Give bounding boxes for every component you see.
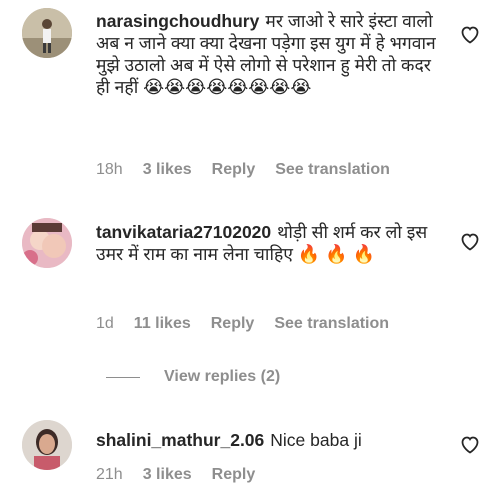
see-translation-button[interactable]: See translation <box>275 161 390 181</box>
user-photo-avatar-icon <box>22 8 72 58</box>
comment-text: Nice baba ji <box>270 430 362 450</box>
heart-outline-icon[interactable] <box>458 22 482 46</box>
avatar[interactable] <box>22 218 72 268</box>
heart-outline-icon[interactable] <box>458 229 482 253</box>
reply-button[interactable]: Reply <box>211 315 255 335</box>
comment-meta: 21h 3 likes Reply <box>96 466 275 486</box>
likes-count[interactable]: 3 likes <box>143 161 192 181</box>
user-photo-avatar-icon <box>22 420 72 470</box>
likes-count[interactable]: 11 likes <box>134 315 191 335</box>
likes-count[interactable]: 3 likes <box>143 466 192 486</box>
comment-meta: 1d 11 likes Reply See translation <box>96 315 409 335</box>
comment-emoji: 😭😭😭😭😭😭😭😭 <box>143 77 312 97</box>
reply-button[interactable]: Reply <box>212 161 256 181</box>
heart-outline-icon[interactable] <box>458 432 482 456</box>
comment-time: 21h <box>96 466 123 483</box>
avatar[interactable] <box>22 8 72 58</box>
comment-time: 18h <box>96 161 123 178</box>
comment-body: tanvikataria27102020 थोड़ी सी शर्म कर लो … <box>96 221 444 265</box>
comment-username[interactable]: tanvikataria27102020 <box>96 222 271 242</box>
view-replies-divider <box>106 376 140 378</box>
comment-username[interactable]: shalini_mathur_2.06 <box>96 430 264 450</box>
comment-body: narasingchoudhury मर जाओ रे सारे इंस्टा व… <box>96 10 444 98</box>
comment-meta: 18h 3 likes Reply See translation <box>96 161 410 181</box>
view-replies-label: View replies (2) <box>164 368 281 385</box>
avatar[interactable] <box>22 420 72 470</box>
comment-username[interactable]: narasingchoudhury <box>96 11 259 31</box>
user-photo-avatar-icon <box>22 218 72 268</box>
comment-time: 1d <box>96 315 114 332</box>
comment-body: shalini_mathur_2.06 Nice baba ji <box>96 429 444 451</box>
comment-emoji: 🔥 🔥 🔥 <box>297 244 376 264</box>
reply-button[interactable]: Reply <box>212 466 256 486</box>
see-translation-button[interactable]: See translation <box>274 315 389 335</box>
view-replies-button[interactable]: View replies (2) <box>106 366 280 388</box>
